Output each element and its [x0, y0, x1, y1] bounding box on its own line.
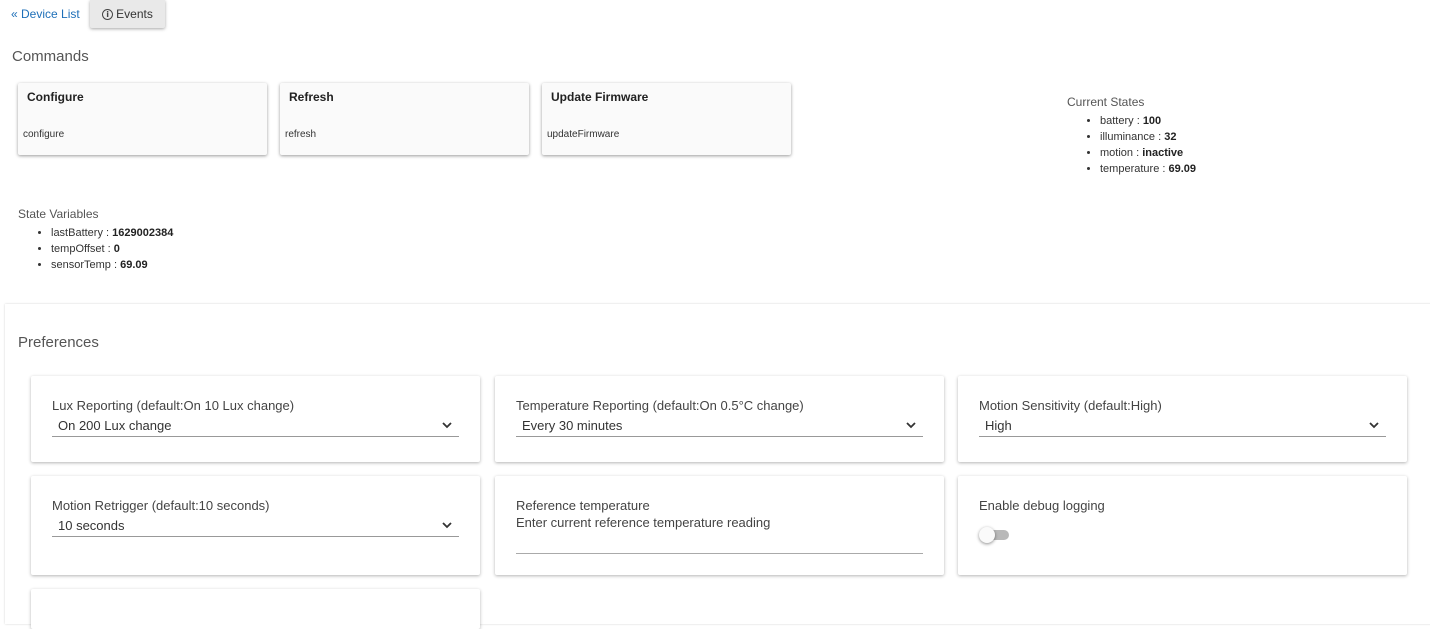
- preferences-panel: [5, 304, 1430, 624]
- toggle-knob: [979, 527, 995, 543]
- motion-sensitivity-label: Motion Sensitivity (default:High): [979, 398, 1162, 413]
- current-states-title: Current States: [1067, 95, 1145, 109]
- preference-card: [31, 589, 480, 629]
- debug-logging-card: Enable debug logging: [958, 476, 1407, 575]
- events-button[interactable]: i Events: [90, 0, 165, 28]
- events-button-label: Events: [116, 7, 153, 21]
- reference-temperature-label: Reference temperature: [516, 498, 650, 513]
- state-variable-item: lastBattery : 1629002384: [51, 225, 173, 241]
- reference-temperature-input[interactable]: [516, 514, 923, 554]
- command-method: configure: [23, 129, 65, 140]
- motion-retrigger-select[interactable]: 10 seconds: [52, 516, 459, 537]
- preferences-title: Preferences: [18, 334, 99, 351]
- temperature-reporting-label: Temperature Reporting (default:On 0.5°C …: [516, 398, 804, 413]
- select-value: On 200 Lux change: [58, 418, 172, 433]
- device-list-link[interactable]: « Device List: [11, 7, 80, 21]
- commands-title: Commands: [12, 48, 89, 65]
- chevron-down-icon: [1369, 422, 1379, 429]
- reference-temperature-card: Reference temperature: [495, 476, 944, 575]
- update-firmware-command-card[interactable]: Update Firmware updateFirmware: [542, 83, 791, 155]
- state-item: illuminance : 32: [1100, 129, 1196, 145]
- command-name: Update Firmware: [551, 90, 649, 104]
- command-name: Configure: [27, 90, 84, 104]
- chevron-down-icon: [442, 422, 452, 429]
- state-item: battery : 100: [1100, 113, 1196, 129]
- chevron-down-icon: [906, 422, 916, 429]
- state-item: temperature : 69.09: [1100, 161, 1196, 177]
- select-value: High: [985, 418, 1012, 433]
- lux-reporting-label: Lux Reporting (default:On 10 Lux change): [52, 398, 295, 413]
- state-variables-title: State Variables: [18, 207, 99, 221]
- chevron-down-icon: [442, 522, 452, 529]
- state-variables: State Variables lastBattery : 1629002384…: [18, 207, 173, 273]
- info-icon: i: [102, 8, 114, 20]
- state-variable-item: sensorTemp : 69.09: [51, 257, 173, 273]
- configure-command-card[interactable]: Configure configure: [18, 83, 267, 155]
- state-variable-item: tempOffset : 0: [51, 241, 173, 257]
- state-item: motion : inactive: [1100, 145, 1196, 161]
- debug-logging-label: Enable debug logging: [979, 498, 1105, 513]
- refresh-command-card[interactable]: Refresh refresh: [280, 83, 529, 155]
- command-method: updateFirmware: [547, 129, 620, 140]
- select-value: Every 30 minutes: [522, 418, 623, 433]
- debug-logging-toggle[interactable]: [979, 527, 1011, 543]
- motion-retrigger-label: Motion Retrigger (default:10 seconds): [52, 498, 270, 513]
- motion-retrigger-card: Motion Retrigger (default:10 seconds) 10…: [31, 476, 480, 575]
- motion-sensitivity-select[interactable]: High: [979, 416, 1386, 437]
- current-states: Current States battery : 100 illuminance…: [1067, 95, 1196, 177]
- current-states-list: battery : 100 illuminance : 32 motion : …: [1067, 113, 1196, 177]
- command-name: Refresh: [289, 90, 334, 104]
- command-method: refresh: [285, 129, 317, 140]
- temperature-reporting-card: Temperature Reporting (default:On 0.5°C …: [495, 376, 944, 462]
- motion-sensitivity-card: Motion Sensitivity (default:High) High: [958, 376, 1407, 462]
- state-variables-list: lastBattery : 1629002384 tempOffset : 0 …: [18, 225, 173, 273]
- select-value: 10 seconds: [58, 518, 125, 533]
- lux-reporting-card: Lux Reporting (default:On 10 Lux change)…: [31, 376, 480, 462]
- temperature-reporting-select[interactable]: Every 30 minutes: [516, 416, 923, 437]
- lux-reporting-select[interactable]: On 200 Lux change: [52, 416, 459, 437]
